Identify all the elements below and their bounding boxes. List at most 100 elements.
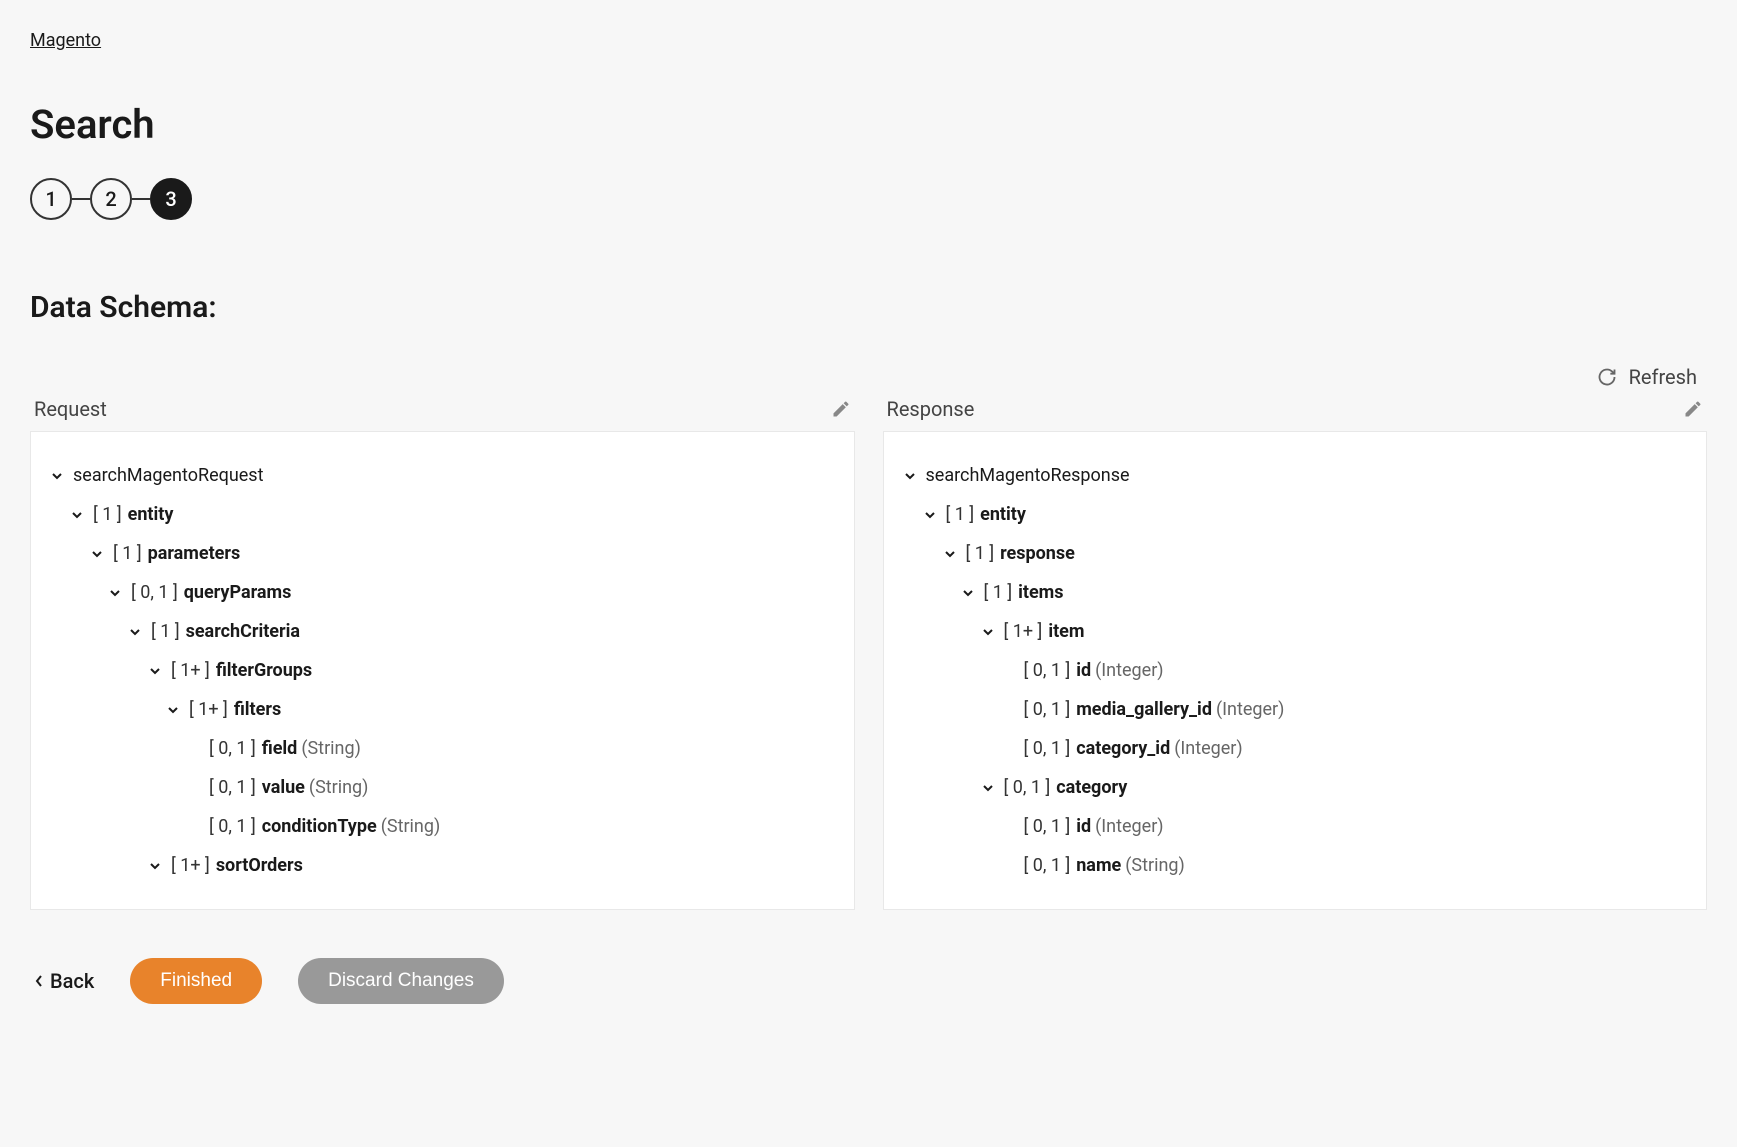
node-name: category xyxy=(1056,774,1127,801)
chevron-down-icon[interactable] xyxy=(49,468,65,484)
node-type: (String) xyxy=(1125,852,1185,879)
node-type: (String) xyxy=(301,735,361,762)
cardinality: [ 1+ ] xyxy=(189,696,228,723)
cardinality: [ 1 ] xyxy=(966,540,995,567)
node-name: queryParams xyxy=(184,579,292,606)
refresh-button[interactable]: Refresh xyxy=(1629,365,1697,389)
node-name: item xyxy=(1048,618,1084,645)
edit-icon[interactable] xyxy=(831,399,851,419)
tree-node[interactable]: [ 0, 1 ] queryParams xyxy=(49,573,836,612)
page-title: Search xyxy=(30,101,1707,148)
cardinality: [ 1 ] xyxy=(984,579,1013,606)
chevron-down-icon[interactable] xyxy=(942,546,958,562)
chevron-down-icon[interactable] xyxy=(127,624,143,640)
cardinality: [ 0, 1 ] xyxy=(209,735,256,762)
node-name: id xyxy=(1076,813,1091,840)
chevron-down-icon[interactable] xyxy=(980,780,996,796)
chevron-down-icon[interactable] xyxy=(902,468,918,484)
tree-node[interactable]: [ 1 ] searchCriteria xyxy=(49,612,836,651)
node-name: items xyxy=(1018,579,1063,606)
cardinality: [ 0, 1 ] xyxy=(1024,657,1071,684)
chevron-down-icon[interactable] xyxy=(107,585,123,601)
node-name: filterGroups xyxy=(216,657,312,684)
chevron-down-icon[interactable] xyxy=(960,585,976,601)
node-type: (Integer) xyxy=(1095,813,1163,840)
chevron-down-icon[interactable] xyxy=(165,702,181,718)
tree-node[interactable]: [ 1+ ] item xyxy=(902,612,1689,651)
node-name: filters xyxy=(234,696,281,723)
tree-node[interactable]: [ 1+ ] sortOrders xyxy=(49,846,836,885)
node-name: parameters xyxy=(148,540,241,567)
tree-node[interactable]: [ 0, 1 ] field (String) xyxy=(49,729,836,768)
node-name: category_id xyxy=(1076,735,1170,762)
back-button[interactable]: Back xyxy=(34,969,94,993)
chevron-down-icon[interactable] xyxy=(980,624,996,640)
chevron-down-icon[interactable] xyxy=(922,507,938,523)
tree-node[interactable]: [ 0, 1 ] value (String) xyxy=(49,768,836,807)
tree-node[interactable]: [ 1+ ] filters xyxy=(49,690,836,729)
node-name: entity xyxy=(128,501,174,528)
section-title: Data Schema: xyxy=(30,290,1707,325)
cardinality: [ 0, 1 ] xyxy=(209,813,256,840)
chevron-left-icon xyxy=(34,974,44,988)
node-name: media_gallery_id xyxy=(1076,696,1212,723)
step-connector xyxy=(132,198,150,200)
tree-node[interactable]: [ 1+ ] filterGroups xyxy=(49,651,836,690)
node-name: field xyxy=(262,735,298,762)
step-connector xyxy=(72,198,90,200)
tree-node[interactable]: searchMagentoResponse xyxy=(902,456,1689,495)
cardinality: [ 0, 1 ] xyxy=(1024,852,1071,879)
tree-node[interactable]: [ 0, 1 ] conditionType (String) xyxy=(49,807,836,846)
step-1[interactable]: 1 xyxy=(30,178,72,220)
chevron-down-icon[interactable] xyxy=(147,858,163,874)
node-name: id xyxy=(1076,657,1091,684)
node-name: name xyxy=(1076,852,1121,879)
request-panel: searchMagentoRequest[ 1 ] entity[ 1 ] pa… xyxy=(30,431,855,910)
refresh-icon[interactable] xyxy=(1597,367,1617,387)
tree-node[interactable]: searchMagentoRequest xyxy=(49,456,836,495)
node-name: searchMagentoResponse xyxy=(926,462,1130,489)
node-type: (String) xyxy=(309,774,369,801)
tree-node[interactable]: [ 0, 1 ] id (Integer) xyxy=(902,651,1689,690)
finished-button[interactable]: Finished xyxy=(130,958,262,1004)
response-panel: searchMagentoResponse[ 1 ] entity[ 1 ] r… xyxy=(883,431,1708,910)
edit-icon[interactable] xyxy=(1683,399,1703,419)
step-2[interactable]: 2 xyxy=(90,178,132,220)
discard-changes-button[interactable]: Discard Changes xyxy=(298,958,504,1004)
cardinality: [ 0, 1 ] xyxy=(1024,735,1071,762)
cardinality: [ 0, 1 ] xyxy=(1004,774,1051,801)
node-name: value xyxy=(262,774,305,801)
cardinality: [ 1 ] xyxy=(93,501,122,528)
stepper: 123 xyxy=(30,178,1707,220)
cardinality: [ 0, 1 ] xyxy=(1024,813,1071,840)
tree-node[interactable]: [ 1 ] parameters xyxy=(49,534,836,573)
request-panel-label: Request xyxy=(34,397,107,421)
node-type: (Integer) xyxy=(1216,696,1284,723)
breadcrumb-link[interactable]: Magento xyxy=(30,30,101,51)
tree-node[interactable]: [ 0, 1 ] category xyxy=(902,768,1689,807)
tree-node[interactable]: [ 1 ] entity xyxy=(902,495,1689,534)
cardinality: [ 1+ ] xyxy=(1004,618,1043,645)
tree-node[interactable]: [ 0, 1 ] name (String) xyxy=(902,846,1689,885)
cardinality: [ 1 ] xyxy=(113,540,142,567)
chevron-down-icon[interactable] xyxy=(69,507,85,523)
tree-node[interactable]: [ 1 ] items xyxy=(902,573,1689,612)
cardinality: [ 1+ ] xyxy=(171,852,210,879)
tree-node[interactable]: [ 1 ] entity xyxy=(49,495,836,534)
node-name: sortOrders xyxy=(216,852,303,879)
tree-node[interactable]: [ 1 ] response xyxy=(902,534,1689,573)
cardinality: [ 0, 1 ] xyxy=(209,774,256,801)
response-panel-label: Response xyxy=(887,397,975,421)
node-name: entity xyxy=(980,501,1026,528)
chevron-down-icon[interactable] xyxy=(89,546,105,562)
back-label: Back xyxy=(50,969,94,993)
node-name: searchMagentoRequest xyxy=(73,462,264,489)
tree-node[interactable]: [ 0, 1 ] category_id (Integer) xyxy=(902,729,1689,768)
tree-node[interactable]: [ 0, 1 ] media_gallery_id (Integer) xyxy=(902,690,1689,729)
cardinality: [ 1+ ] xyxy=(171,657,210,684)
cardinality: [ 0, 1 ] xyxy=(1024,696,1071,723)
step-3[interactable]: 3 xyxy=(150,178,192,220)
chevron-down-icon[interactable] xyxy=(147,663,163,679)
tree-node[interactable]: [ 0, 1 ] id (Integer) xyxy=(902,807,1689,846)
node-name: searchCriteria xyxy=(186,618,300,645)
